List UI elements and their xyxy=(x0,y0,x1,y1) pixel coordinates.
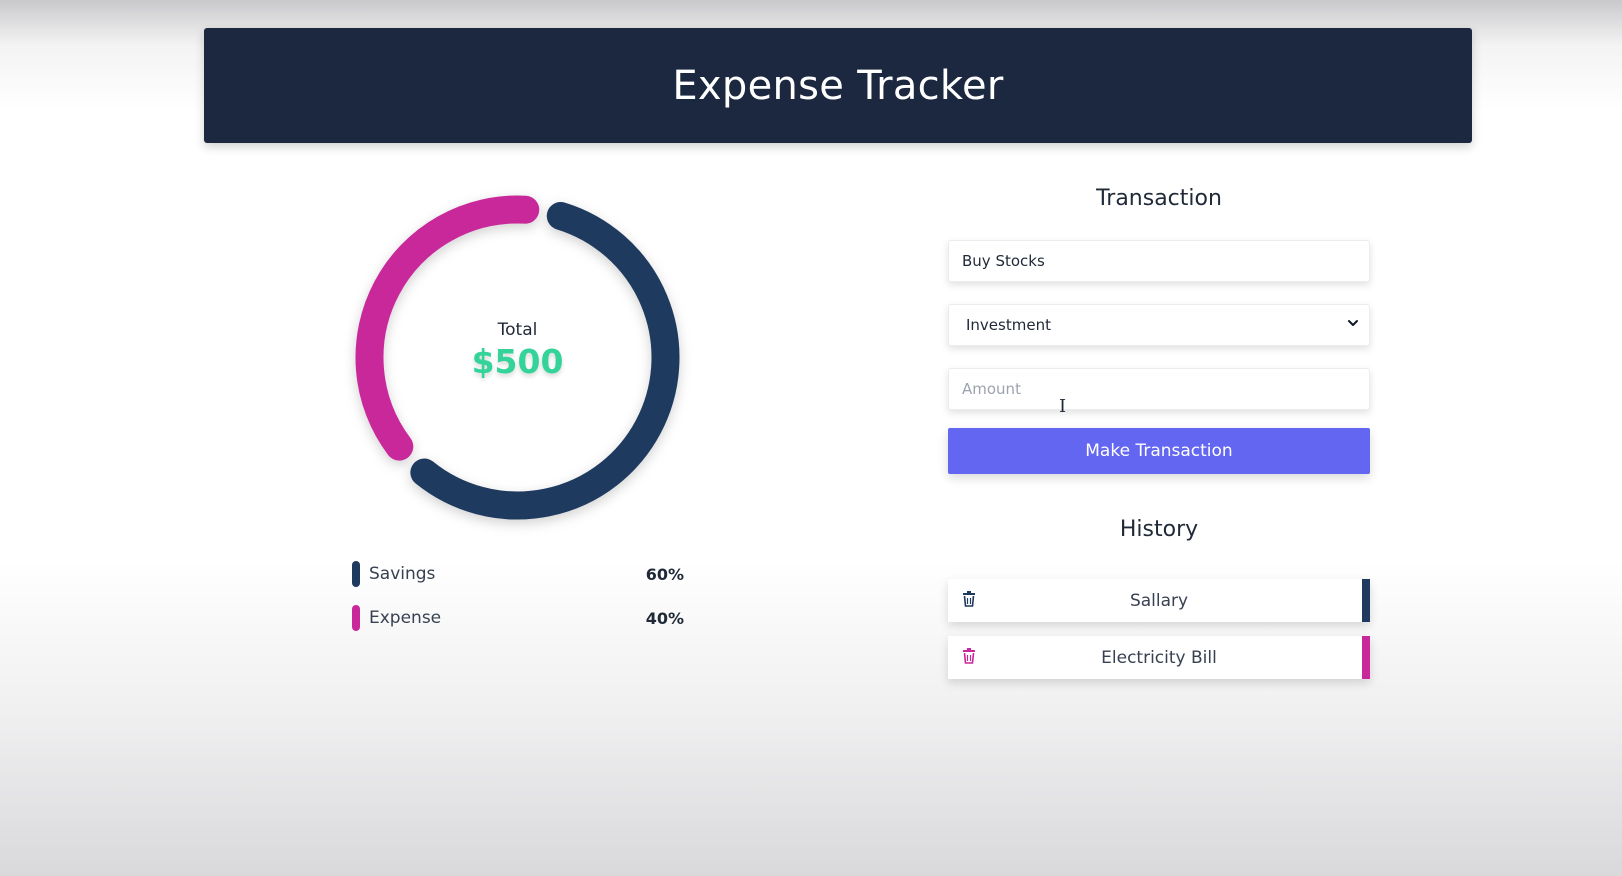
category-select[interactable]: Investment xyxy=(948,304,1370,346)
history-item-color-bar xyxy=(1362,579,1370,622)
legend-label-expense: Expense xyxy=(369,608,442,628)
legend-item-expense: Expense 40% xyxy=(352,605,684,631)
amount-input[interactable]: Amount xyxy=(948,368,1370,410)
history-item[interactable]: Electricity Bill xyxy=(948,636,1370,679)
make-transaction-label: Make Transaction xyxy=(1085,441,1233,461)
total-label: Total xyxy=(497,320,538,340)
app-title: Expense Tracker xyxy=(672,62,1004,109)
history-title: History xyxy=(1119,517,1199,542)
text-cursor-icon: I xyxy=(1059,396,1067,417)
legend-swatch-expense xyxy=(352,605,360,631)
history-item-color-bar xyxy=(1362,636,1370,679)
trash-icon[interactable] xyxy=(962,590,976,608)
make-transaction-button[interactable]: Make Transaction xyxy=(948,428,1370,474)
legend-swatch-savings xyxy=(352,561,360,587)
chevron-down-icon xyxy=(1347,317,1359,333)
total-value: $500 xyxy=(471,342,564,381)
donut-center: Total $500 xyxy=(340,320,695,381)
history-item-name: Electricity Bill xyxy=(1101,647,1217,668)
legend-label-savings: Savings xyxy=(369,564,436,584)
transaction-title: Transaction xyxy=(1096,186,1222,211)
app-header: Expense Tracker xyxy=(204,28,1472,143)
trash-icon[interactable] xyxy=(962,647,976,665)
legend-value-expense: 40% xyxy=(645,608,684,628)
chart-legend: Savings 60% Expense 40% xyxy=(352,561,684,649)
history-item[interactable]: Sallary xyxy=(948,579,1370,622)
transaction-name-value: Buy Stocks xyxy=(962,252,1045,270)
legend-value-savings: 60% xyxy=(645,564,684,584)
donut-chart: Total $500 xyxy=(340,180,695,535)
transaction-name-input[interactable]: Buy Stocks xyxy=(948,240,1370,282)
legend-item-savings: Savings 60% xyxy=(352,561,684,587)
history-item-name: Sallary xyxy=(1129,590,1189,611)
category-select-value: Investment xyxy=(966,316,1051,334)
amount-placeholder: Amount xyxy=(962,380,1021,398)
